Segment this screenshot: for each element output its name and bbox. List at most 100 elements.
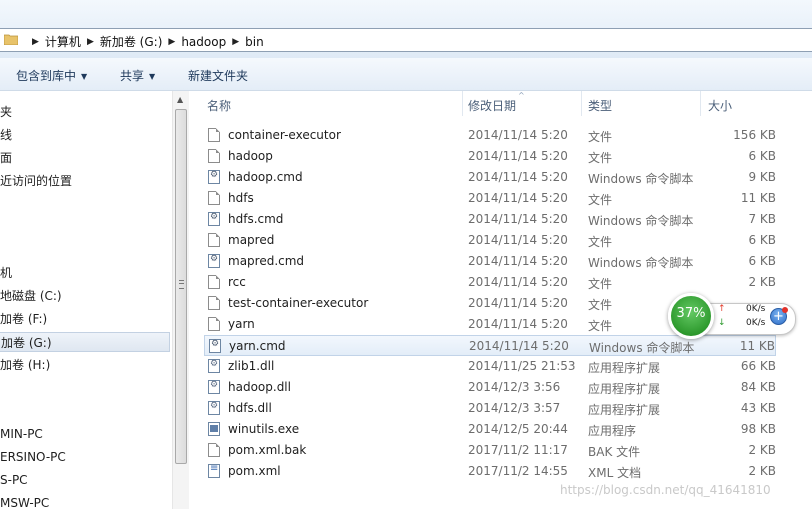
file-date: 2014/11/14 5:20 bbox=[468, 233, 568, 247]
address-bar[interactable]: ▶ 计算机 ▶ 新加卷 (G:) ▶ hadoop ▶ bin bbox=[0, 28, 812, 52]
folder-icon bbox=[4, 34, 18, 45]
file-name: hadoop.cmd bbox=[228, 170, 303, 184]
file-size: 2 KB bbox=[748, 275, 776, 289]
file-icon bbox=[208, 191, 220, 205]
file-date: 2014/11/14 5:20 bbox=[468, 296, 568, 310]
file-icon bbox=[208, 149, 220, 163]
nav-item-drive-f[interactable]: 加卷 (F:) bbox=[0, 309, 47, 329]
chevron-right-icon[interactable]: ▶ bbox=[232, 37, 239, 47]
nav-item-downloads[interactable]: 线 bbox=[0, 125, 12, 145]
nav-item-network-pc-2[interactable]: ERSINO-PC bbox=[0, 447, 66, 467]
file-row[interactable]: mapred.cmd 2014/11/14 5:20 Windows 命令脚本 6 K… bbox=[204, 251, 776, 272]
file-row[interactable]: zlib1.dll 2014/11/25 21:53 应用程序扩展 66 KB bbox=[204, 356, 776, 377]
file-size: 9 KB bbox=[748, 170, 776, 184]
cmd-script-icon bbox=[208, 170, 220, 184]
include-in-library-button[interactable]: 包含到库中 ▼ bbox=[16, 67, 87, 84]
column-header-type[interactable]: 类型 bbox=[588, 97, 612, 114]
chevron-right-icon[interactable]: ▶ bbox=[87, 37, 94, 47]
file-date: 2014/11/14 5:20 bbox=[468, 254, 568, 268]
file-date: 2014/11/14 5:20 bbox=[468, 212, 568, 226]
file-name: hadoop.dll bbox=[228, 380, 291, 394]
nav-item-network-pc-3[interactable]: S-PC bbox=[0, 470, 28, 490]
file-date: 2014/12/3 3:56 bbox=[468, 380, 561, 394]
breadcrumb-bin[interactable]: bin bbox=[245, 35, 264, 49]
chevron-right-icon[interactable]: ▶ bbox=[32, 37, 39, 47]
breadcrumb-drive-g[interactable]: 新加卷 (G:) bbox=[100, 33, 163, 50]
nav-item-recent-places[interactable]: 近访问的位置 bbox=[0, 171, 72, 191]
chevron-right-icon[interactable]: ▶ bbox=[168, 37, 175, 47]
breadcrumb-computer[interactable]: 计算机 bbox=[45, 33, 81, 50]
dll-icon bbox=[208, 401, 220, 415]
file-name: hdfs.cmd bbox=[228, 212, 284, 226]
dll-icon bbox=[208, 359, 220, 373]
file-name: hadoop bbox=[228, 149, 273, 163]
nav-item-favorites-folder[interactable]: 夹 bbox=[0, 102, 12, 122]
column-header-modified[interactable]: 修改日期 bbox=[468, 97, 516, 114]
column-header-size[interactable]: 大小 bbox=[708, 97, 732, 114]
cmd-script-icon bbox=[208, 212, 220, 226]
file-icon bbox=[208, 275, 220, 289]
file-row[interactable]: container-executor 2014/11/14 5:20 文件 156 K… bbox=[204, 125, 776, 146]
column-divider[interactable] bbox=[700, 91, 701, 116]
nav-item-drive-c[interactable]: 地磁盘 (C:) bbox=[0, 286, 62, 306]
column-divider[interactable] bbox=[581, 91, 582, 116]
file-date: 2017/11/2 11:17 bbox=[468, 443, 568, 457]
xml-icon bbox=[208, 463, 220, 478]
nav-item-network-pc-4[interactable]: MSW-PC bbox=[0, 493, 49, 509]
nav-item-drive-h[interactable]: 加卷 (H:) bbox=[0, 355, 50, 375]
file-row[interactable]: hdfs.dll 2014/12/3 3:57 应用程序扩展 43 KB bbox=[204, 398, 776, 419]
file-size: 6 KB bbox=[748, 149, 776, 163]
scroll-up-arrow-icon[interactable]: ▲ bbox=[177, 95, 183, 104]
file-row[interactable]: pom.xml.bak 2017/11/2 11:17 BAK 文件 2 KB bbox=[204, 440, 776, 461]
nav-item-drive-g[interactable]: 加卷 (G:) bbox=[0, 332, 170, 352]
share-button[interactable]: 共享 ▼ bbox=[120, 67, 155, 84]
file-type: BAK 文件 bbox=[588, 445, 641, 459]
file-name: hdfs bbox=[228, 191, 254, 205]
new-folder-button[interactable]: 新建文件夹 bbox=[188, 67, 248, 84]
file-row[interactable]: rcc 2014/11/14 5:20 文件 2 KB bbox=[204, 272, 776, 293]
breadcrumb-hadoop[interactable]: hadoop bbox=[181, 35, 226, 49]
file-date: 2014/12/5 20:44 bbox=[468, 422, 568, 436]
file-row[interactable]: mapred 2014/11/14 5:20 文件 6 KB bbox=[204, 230, 776, 251]
file-date: 2014/11/14 5:20 bbox=[468, 149, 568, 163]
file-type: 文件 bbox=[588, 319, 613, 333]
file-size: 6 KB bbox=[748, 233, 776, 247]
file-date: 2014/11/14 5:20 bbox=[468, 128, 568, 142]
nav-scrollbar[interactable]: ▲ bbox=[172, 91, 189, 509]
file-row[interactable]: pom.xml 2017/11/2 14:55 XML 文档 2 KB bbox=[204, 461, 776, 482]
file-size: 11 KB bbox=[740, 191, 776, 205]
file-name: mapred.cmd bbox=[228, 254, 305, 268]
file-name: container-executor bbox=[228, 128, 341, 142]
column-divider[interactable] bbox=[462, 91, 463, 116]
file-type: 文件 bbox=[588, 235, 613, 249]
column-header-name[interactable]: 名称 bbox=[207, 97, 231, 114]
nav-item-network-pc-1[interactable]: MIN-PC bbox=[0, 424, 43, 444]
nav-item-desktop[interactable]: 面 bbox=[0, 148, 12, 168]
nav-item-computer[interactable]: 机 bbox=[0, 263, 12, 283]
file-size: 156 KB bbox=[733, 128, 776, 142]
file-size: 6 KB bbox=[748, 254, 776, 268]
file-row[interactable]: hadoop 2014/11/14 5:20 文件 6 KB bbox=[204, 146, 776, 167]
file-type: 文件 bbox=[588, 193, 613, 207]
file-row[interactable]: hdfs 2014/11/14 5:20 文件 11 KB bbox=[204, 188, 776, 209]
file-type: Windows 命令脚本 bbox=[588, 214, 694, 228]
file-date: 2017/11/2 14:55 bbox=[468, 464, 568, 478]
file-type: 文件 bbox=[588, 277, 613, 291]
file-date: 2014/11/14 5:20 bbox=[468, 275, 568, 289]
grip-icon bbox=[179, 280, 184, 289]
breadcrumb: ▶ 计算机 ▶ 新加卷 (G:) ▶ hadoop ▶ bin bbox=[26, 33, 264, 50]
scrollbar-thumb[interactable] bbox=[175, 109, 187, 464]
new-folder-label: 新建文件夹 bbox=[188, 69, 249, 83]
file-type: Windows 命令脚本 bbox=[588, 256, 694, 270]
file-name: pom.xml.bak bbox=[228, 443, 307, 457]
file-row[interactable]: hadoop.cmd 2014/11/14 5:20 Windows 命令脚本 9 K… bbox=[204, 167, 776, 188]
file-name: zlib1.dll bbox=[228, 359, 275, 373]
file-icon bbox=[208, 296, 220, 310]
file-row[interactable]: winutils.exe 2014/12/5 20:44 应用程序 98 KB bbox=[204, 419, 776, 440]
file-row[interactable]: hadoop.dll 2014/12/3 3:56 应用程序扩展 84 KB bbox=[204, 377, 776, 398]
file-size: 66 KB bbox=[740, 359, 776, 373]
network-monitor-widget[interactable]: 37% ↑ 0K/s ↓ 0K/s + bbox=[668, 293, 796, 343]
column-headers: 名称 ^ 修改日期 类型 大小 bbox=[190, 91, 812, 118]
file-row[interactable]: hdfs.cmd 2014/11/14 5:20 Windows 命令脚本 7 KB bbox=[204, 209, 776, 230]
file-type: 应用程序扩展 bbox=[588, 361, 661, 375]
